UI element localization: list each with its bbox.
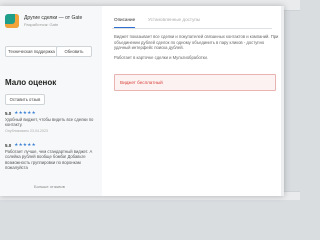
review-rating: 5.0 (5, 142, 12, 148)
star-rating-icon: ★★★★★ (14, 142, 36, 147)
description-paragraph: Виджет показывает все сделки и покупател… (114, 34, 279, 51)
free-widget-label: Виджет бесплатный (120, 80, 163, 85)
widget-logo-icon (5, 14, 19, 28)
free-widget-notice: Виджет бесплатный (114, 74, 276, 91)
support-button[interactable]: Техническая поддержка (5, 46, 58, 57)
review-item: 5.0 ★★★★★ Удобный виджет, чтобы видеть в… (5, 110, 97, 133)
update-button[interactable]: Обновить (56, 46, 92, 57)
star-rating-icon: ★★★★★ (14, 110, 36, 115)
review-text: Удобный виджет, чтобы видеть все сделки … (5, 117, 94, 128)
widget-description: Виджет показывает все сделки и покупател… (114, 34, 280, 64)
tab-bar: Описание Установленные доступы (112, 14, 272, 29)
description-paragraph: Работает в карточке сделки и Мультиобраб… (114, 54, 208, 60)
widget-developer: Разработчик: Gate (24, 22, 59, 27)
widget-content: Описание Установленные доступы Виджет по… (110, 6, 284, 196)
tab-description[interactable]: Описание (114, 17, 136, 28)
review-date: Опубликовано 23.04.2023 (5, 128, 49, 133)
reviews-heading: Мало оценок (5, 78, 57, 87)
more-reviews-link[interactable]: Больше отзывов (34, 184, 65, 189)
review-rating: 5.0 (5, 110, 12, 116)
scrollbar[interactable] (281, 6, 284, 196)
write-review-button[interactable]: Оставить отзыв (5, 94, 45, 105)
review-item: 5.0 ★★★★★ Работает лучше, чем стандартны… (5, 142, 97, 171)
widget-sidebar: Другие сделки — от Gate Разработчик: Gat… (0, 6, 102, 196)
tab-installed-access[interactable]: Установленные доступы (148, 17, 200, 27)
review-text: Работает лучше, чем стандартный виджет. … (5, 149, 93, 171)
widget-detail-modal: ✕ Другие сделки — от Gate Разработчик: G… (0, 6, 284, 196)
widget-title: Другие сделки — от Gate (24, 15, 83, 21)
